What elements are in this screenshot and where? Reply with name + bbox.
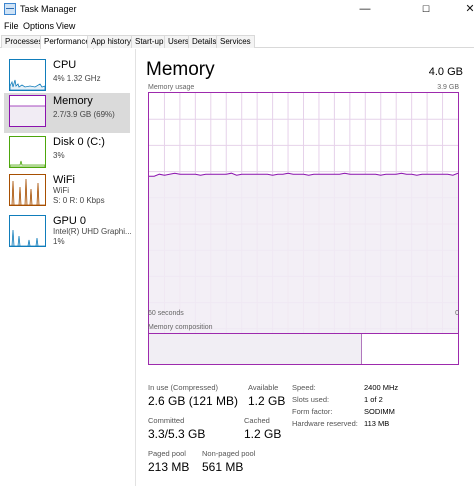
graph-x-left-label: 60 seconds (148, 310, 184, 317)
menu-options[interactable]: Options (23, 21, 54, 31)
paged-pool-label: Paged pool (148, 449, 186, 458)
memory-usage-graph (148, 92, 459, 356)
available-value: 1.2 GB (248, 394, 286, 408)
tab-performance[interactable]: Performance (40, 35, 94, 49)
sidebar-item-label: WiFi (53, 174, 75, 186)
close-button[interactable]: ✕ (448, 0, 474, 19)
tab-start-up[interactable]: Start-up (131, 35, 168, 48)
memory-total: 4.0 GB (428, 66, 463, 78)
prop-value: 113 MB (364, 419, 390, 428)
sidebar-item-cpu[interactable]: CPU 4% 1.32 GHz (4, 57, 130, 97)
sidebar-item-label: Memory (53, 95, 93, 107)
memory-panel: Memory 4.0 GB Memory usage 3.9 GB 60 sec… (137, 49, 474, 486)
sidebar-item-disk[interactable]: Disk 0 (C:) 3% (4, 134, 130, 174)
usage-graph-label: Memory usage (148, 84, 195, 91)
graph-x-right-label: 0 (455, 310, 459, 317)
tab-services[interactable]: Services (216, 35, 255, 48)
cached-value: 1.2 GB (244, 427, 282, 441)
sidebar-item-detail: S: 0 R: 0 Kbps (53, 196, 105, 205)
sidebar-item-detail: 4% 1.32 GHz (53, 74, 101, 83)
minimize-button[interactable]: — (343, 0, 387, 19)
menu-file[interactable]: File (4, 21, 19, 31)
prop-label: Slots used: (292, 395, 330, 404)
sidebar-item-detail: Intel(R) UHD Graphi... (53, 227, 132, 236)
sidebar-item-memory[interactable]: Memory 2.7/3.9 GB (69%) (4, 93, 130, 133)
menu-bar: File Options View (0, 19, 474, 34)
prop-value: 1 of 2 (364, 395, 383, 404)
sidebar-item-wifi[interactable]: WiFi WiFi S: 0 R: 0 Kbps (4, 172, 130, 212)
prop-label: Speed: (292, 383, 316, 392)
tab-app-history[interactable]: App history (87, 35, 136, 48)
sidebar-item-detail: WiFi (53, 186, 69, 195)
window-title: Task Manager (20, 4, 77, 14)
committed-label: Committed (148, 416, 185, 425)
prop-label: Form factor: (292, 407, 333, 416)
composition-label: Memory composition (148, 324, 213, 331)
non-paged-pool-label: Non-paged pool (202, 449, 256, 458)
usage-graph-max: 3.9 GB (437, 84, 459, 91)
task-manager-app-icon (4, 3, 16, 15)
in-use-value: 2.6 GB (121 MB) (148, 394, 239, 408)
sidebar-item-detail: 3% (53, 151, 65, 160)
page-title: Memory (146, 59, 215, 80)
tab-bar: Processes Performance App history Start-… (0, 34, 474, 49)
sidebar-item-label: CPU (53, 59, 77, 71)
resource-sidebar: CPU 4% 1.32 GHz Memory 2.7/3.9 GB (69%) … (0, 49, 136, 486)
disk-graph-icon (9, 136, 46, 168)
available-label: Available (248, 383, 279, 392)
memory-composition-bar (148, 333, 459, 365)
cached-label: Cached (244, 416, 270, 425)
cpu-graph-icon (9, 59, 46, 91)
sidebar-item-label: Disk 0 (C:) (53, 136, 105, 148)
paged-pool-value: 213 MB (148, 460, 190, 474)
maximize-button[interactable]: ☐ (404, 0, 448, 19)
non-paged-pool-value: 561 MB (202, 460, 244, 474)
sidebar-item-detail: 2.7/3.9 GB (69%) (53, 110, 115, 119)
composition-in-use-segment (149, 334, 363, 364)
prop-value: 2400 MHz (364, 383, 399, 392)
wifi-graph-icon (9, 174, 46, 206)
title-bar: Task Manager — ☐ ✕ (0, 0, 474, 19)
sidebar-item-label: GPU 0 (53, 215, 87, 227)
committed-value: 3.3/5.3 GB (148, 427, 206, 441)
sidebar-item-gpu[interactable]: GPU 0 Intel(R) UHD Graphi... 1% (4, 213, 132, 253)
gpu-graph-icon (9, 215, 46, 247)
memory-graph-icon (9, 95, 46, 127)
sidebar-item-detail: 1% (53, 237, 65, 246)
in-use-label: In use (Compressed) (148, 383, 219, 392)
prop-value: SODIMM (364, 407, 395, 416)
prop-label: Hardware reserved: (292, 419, 358, 428)
menu-view[interactable]: View (56, 21, 75, 31)
